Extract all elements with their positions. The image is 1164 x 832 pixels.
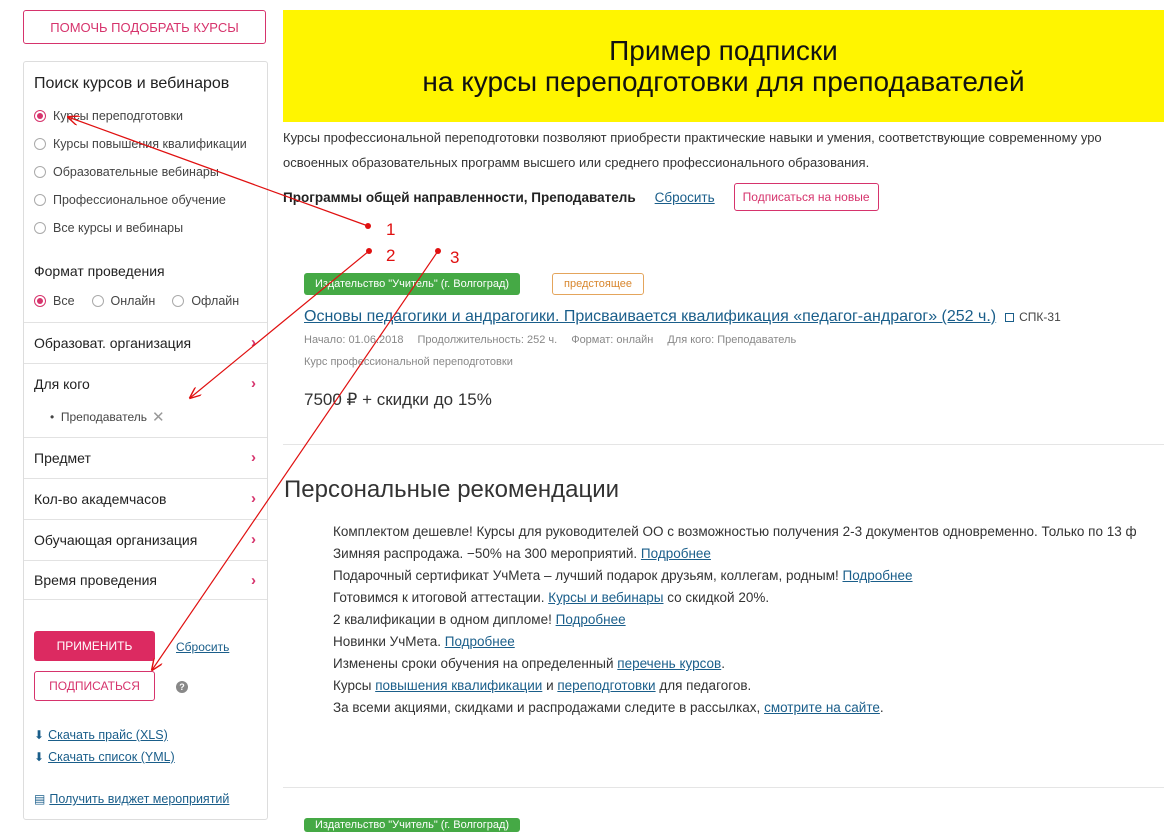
annotation-arrows [0, 0, 441, 828]
annotation-arrow-3 [152, 250, 439, 670]
annotation-label-2: 2 [386, 246, 396, 265]
annotation-arrow-1 [68, 117, 369, 227]
annotation-arrow-2 [190, 250, 370, 398]
annotation-label-1: 1 [386, 220, 396, 239]
annotation-label-3: 3 [450, 248, 460, 267]
